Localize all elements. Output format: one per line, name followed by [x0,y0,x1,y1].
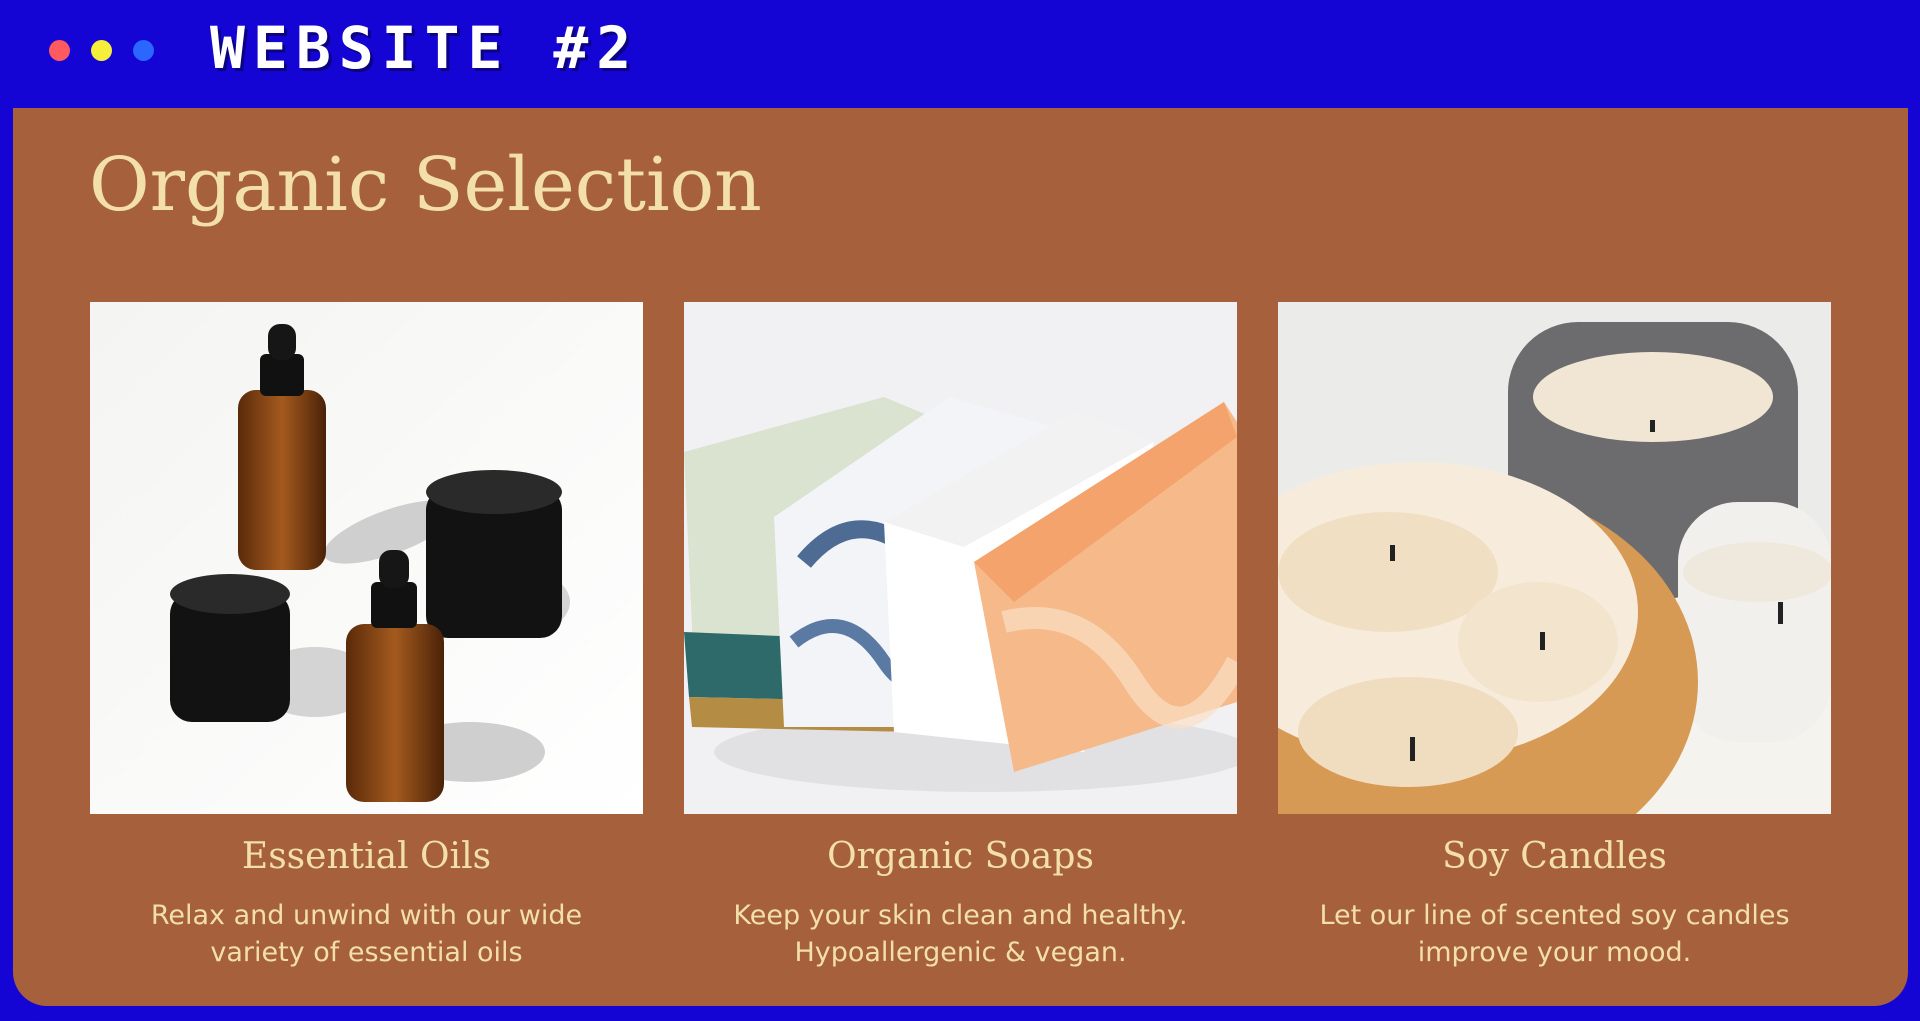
minimize-dot[interactable] [91,40,112,61]
browser-window: WEBSITE #2 Organic Selection Essential O… [0,0,1920,1021]
card-description: Let our line of scented soy candles impr… [1319,900,1790,968]
window-title: WEBSITE #2 [210,14,640,82]
soy-candles-photo[interactable] [1278,302,1831,814]
maximize-dot[interactable] [133,40,154,61]
page-content: Organic Selection Essential Oils Relax a… [13,108,1908,1006]
card-title: Soy Candles [1442,836,1667,877]
card-description: Keep your skin clean and healthy. Hypoal… [733,900,1188,968]
organic-soaps-photo[interactable] [684,302,1237,814]
card-title: Essential Oils [241,836,492,877]
card-description: Relax and unwind with our wide variety o… [150,900,583,968]
product-card-organic-soaps[interactable]: Organic Soaps Keep your skin clean and h… [684,302,1237,971]
page-heading: Organic Selection [89,142,762,228]
product-card-essential-oils[interactable]: Essential Oils Relax and unwind with our… [90,302,643,971]
essential-oils-photo[interactable] [90,302,643,814]
window-titlebar: WEBSITE #2 [0,0,1920,108]
card-title: Organic Soaps [827,836,1094,877]
close-dot[interactable] [49,40,70,61]
product-card-soy-candles[interactable]: Soy Candles Let our line of scented soy … [1278,302,1831,971]
